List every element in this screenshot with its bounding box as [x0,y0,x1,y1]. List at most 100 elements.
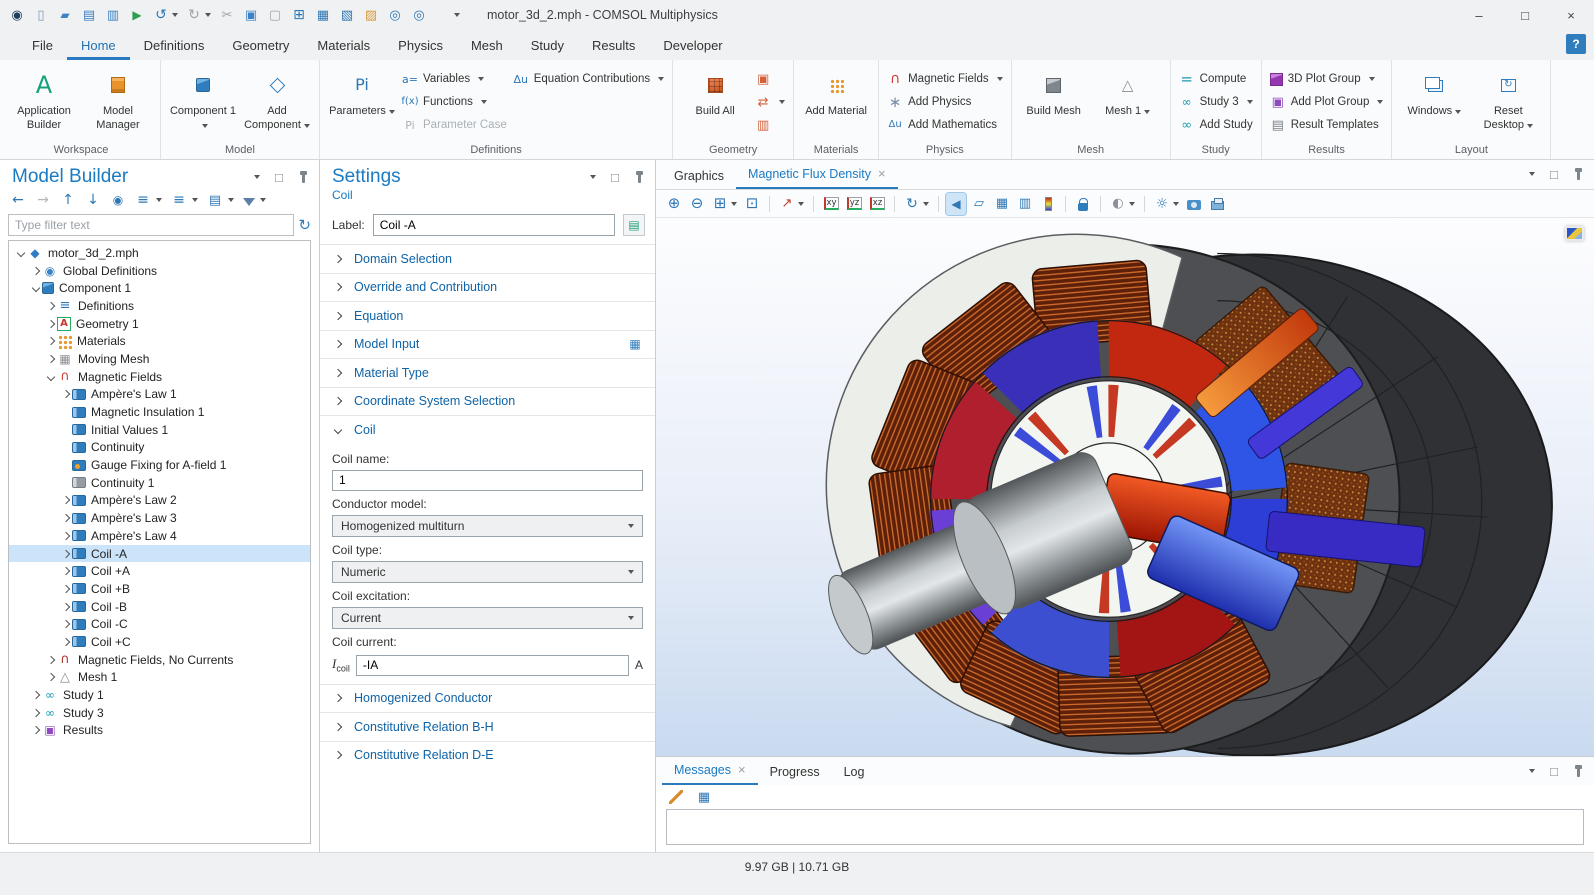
zoom-box-button[interactable]: ⊞ [710,193,739,215]
tree-node-amp-re-s-law-2[interactable]: Ampère's Law 2 [9,492,310,510]
filter-funnel-button[interactable] [243,195,266,206]
panel-collapse-button[interactable] [583,169,599,185]
redo-button[interactable]: ↻ [183,3,214,27]
ribbon-windows-button[interactable]: Windows [1398,64,1470,140]
tree-node-continuity[interactable]: Continuity [9,439,310,457]
tree-node-gauge-fixing-for-a-field-1[interactable]: Gauge Fixing for A-field 1 [9,456,310,474]
tree-node-motor-3d-2-mph[interactable]: ◆motor_3d_2.mph [9,244,310,262]
panel-pin-button[interactable] [295,169,311,185]
ribbon-study-3-button[interactable]: ∞Study 3 [1177,93,1255,111]
refresh-icon[interactable]: ↻ [298,216,311,234]
close-tab-icon[interactable]: × [738,762,746,777]
ribbon-component-1-button[interactable]: Component 1 [167,64,239,140]
nav-forward-button[interactable]: → [35,192,51,208]
zoom-in-button[interactable]: ⊕ [664,193,684,215]
graphics-tab-magnetic-flux-density[interactable]: Magnetic Flux Density× [736,160,898,189]
ribbon-add-mathematics-button[interactable]: ΔuAdd Mathematics [885,116,999,134]
zoom-extents-button[interactable]: ⊡ [742,193,762,215]
ribbon-add-material-button[interactable]: Add Material [800,64,872,140]
panel-float-button[interactable]: □ [607,169,623,185]
tree-node-coil-b[interactable]: Coil -B [9,598,310,616]
menu-mesh[interactable]: Mesh [457,30,517,60]
ribbon-add-component-button[interactable]: Add Component [241,64,313,140]
graphics-canvas[interactable] [656,218,1594,756]
ribbon-add-physics-button[interactable]: ∗Add Physics [885,93,973,111]
rotate-button[interactable]: ↻ [902,193,931,215]
move-up-button[interactable]: ↑ [60,192,76,208]
run-button[interactable]: ▶ [126,3,148,27]
ribbon-variables-button[interactable]: a=Variables [400,70,486,88]
tree-node-coil-b[interactable]: Coil +B [9,580,310,598]
tree-node-coil-a[interactable]: Coil +A [9,562,310,580]
update-plot-button[interactable]: ☼ [1152,193,1181,215]
ribbon-partition-geometry-button[interactable]: ▥ [753,116,773,134]
menu-results[interactable]: Results [578,30,649,60]
ribbon-parameter-case-button[interactable]: PiParameter Case [400,116,509,134]
coil-current-input[interactable] [356,655,629,676]
tree-node-results[interactable]: ▣Results [9,722,310,740]
tree-node-magnetic-insulation-1[interactable]: Magnetic Insulation 1 [9,403,310,421]
ribbon-application-builder-button[interactable]: AApplication Builder [8,64,80,140]
tree-node-mesh-1[interactable]: △Mesh 1 [9,669,310,687]
panel-pin-button[interactable] [631,169,647,185]
messages-tab-progress[interactable]: Progress [758,759,832,785]
ribbon-build-mesh-button[interactable]: Build Mesh [1018,64,1090,140]
section-equation[interactable]: Equation [320,301,655,330]
zoom-out-button[interactable]: ⊖ [687,193,707,215]
copy-button[interactable]: ▣ [240,3,262,27]
view-xy-button[interactable]: xy [821,193,841,215]
tree-node-study-1[interactable]: ∞Study 1 [9,686,310,704]
ribbon-import-geometry-button[interactable]: ▣ [753,70,773,88]
collapse-tree-button[interactable]: ≡ [171,192,198,208]
show-button[interactable]: ◉ [110,192,126,208]
ribbon-model-manager-button[interactable]: Model Manager [82,64,154,140]
find-options-button[interactable]: ◎ [408,3,430,27]
duplicate-button[interactable]: ⊞ [288,3,310,27]
maximize-button[interactable]: □ [1502,0,1548,30]
mesh-grid-button[interactable]: ▦ [992,193,1012,215]
messages-tab-messages[interactable]: Messages× [662,756,758,785]
panel-float-button[interactable]: □ [1546,166,1562,182]
tree-filter-input[interactable] [8,214,294,236]
ribbon-3d-plot-group-button[interactable]: 3D Plot Group [1268,70,1377,88]
tree-node-moving-mesh[interactable]: ▦Moving Mesh [9,350,310,368]
tree-node-coil-a[interactable]: Coil -A [9,545,310,563]
section-homogenized-conductor[interactable]: Homogenized Conductor [320,684,655,713]
tree-node-coil-c[interactable]: Coil -C [9,615,310,633]
plot-controls-button[interactable]: ▥ [1015,193,1035,215]
snapshot-button[interactable] [1184,193,1204,215]
paste-button[interactable]: ▢ [264,3,286,27]
coil-type-select[interactable]: Numeric [332,561,643,583]
node-group-button[interactable]: ▤ [207,192,234,208]
show-in-model-builder-button[interactable]: ▤ [623,214,645,236]
default-view-button[interactable]: ↗ [777,193,806,215]
menu-home[interactable]: Home [67,30,130,60]
panel-collapse-button[interactable] [247,169,263,185]
section-coordinate-system-selection[interactable]: Coordinate System Selection [320,387,655,416]
clear-selection-button[interactable]: ▨ [360,3,382,27]
view-yz-button[interactable]: yz [844,193,864,215]
close-button[interactable]: × [1548,0,1594,30]
panel-collapse-button[interactable] [1522,763,1538,779]
section-constitutive-relation-d-e[interactable]: Constitutive Relation D-E [320,741,655,770]
minimize-button[interactable]: – [1456,0,1502,30]
panel-collapse-button[interactable] [1522,166,1538,182]
panel-pin-button[interactable] [1570,763,1586,779]
scene-light-button[interactable]: ◀ [946,193,966,215]
tree-node-amp-re-s-law-3[interactable]: Ampère's Law 3 [9,509,310,527]
menu-definitions[interactable]: Definitions [130,30,219,60]
open-file-button[interactable]: ▰ [54,3,76,27]
ribbon-build-all-button[interactable]: Build All [679,64,751,140]
ribbon-compute-button[interactable]: =Compute [1177,70,1249,88]
menu-geometry[interactable]: Geometry [218,30,303,60]
environment-button[interactable]: ◐ [1108,193,1137,215]
ribbon-equation-contributions-button[interactable]: ΔuEquation Contributions [511,70,666,88]
label-field[interactable] [373,214,615,236]
print-button[interactable] [1207,193,1227,215]
nav-back-button[interactable]: ← [10,192,26,208]
tree-node-continuity-1[interactable]: Continuity 1 [9,474,310,492]
menu-developer[interactable]: Developer [649,30,736,60]
tree-node-amp-re-s-law-4[interactable]: Ampère's Law 4 [9,527,310,545]
section-override-and-contribution[interactable]: Override and Contribution [320,273,655,302]
find-button[interactable]: ◎ [384,3,406,27]
